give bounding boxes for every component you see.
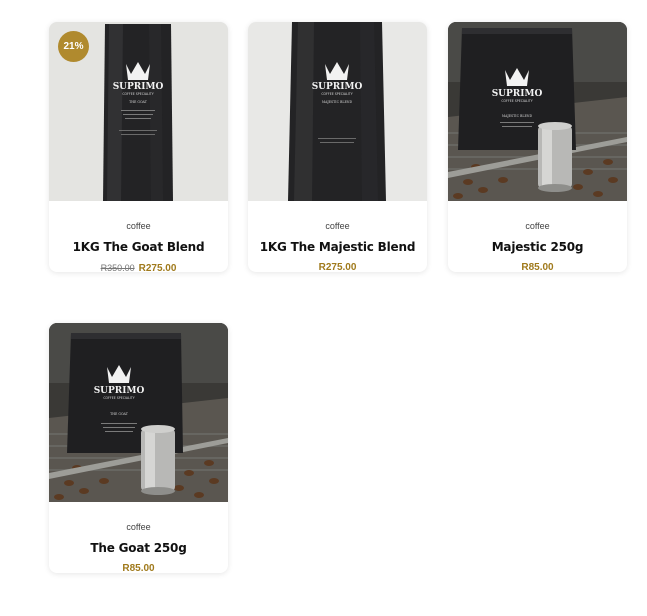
product-category[interactable]: coffee	[49, 522, 228, 533]
bag-sub-text: COFFEE SPECIALITY	[122, 92, 153, 96]
price: R85.00	[521, 262, 554, 272]
product-category[interactable]: coffee	[49, 221, 228, 232]
bag-brand-text: SUPRIMO	[312, 82, 363, 92]
bag-variant-text: THE GOAT	[110, 412, 129, 416]
price-row: R275.00	[248, 262, 427, 272]
bag-variant-text: MAJESTIC BLEND	[322, 100, 353, 104]
bag-variant-text: THE GOAT	[129, 100, 148, 104]
product-title[interactable]: 1KG The Goat Blend	[49, 240, 228, 255]
price-row: R85.00	[448, 262, 627, 272]
product-card[interactable]: SUPRIMO COFFEE SPECIALITY MAJESTIC BLEND…	[248, 22, 427, 272]
price: R275.00	[318, 262, 357, 272]
product-category[interactable]: coffee	[448, 221, 627, 232]
sale-price: R275.00	[138, 263, 177, 272]
bag-brand-text: SUPRIMO	[113, 82, 164, 92]
bag-brand-text: SUPRIMO	[94, 386, 145, 396]
bag-sub-text: COFFEE SPECIALITY	[501, 99, 532, 103]
price-row: R350.00 R275.00	[49, 262, 228, 272]
bag-brand-text: SUPRIMO	[492, 89, 543, 99]
product-title[interactable]: The Goat 250g	[49, 541, 228, 556]
product-image[interactable]: SUPRIMO COFFEE SPECIALITY THE GOAT	[49, 323, 228, 502]
bag-variant-text: MAJESTIC BLEND	[502, 114, 533, 118]
product-category[interactable]: coffee	[248, 221, 427, 232]
product-image[interactable]: SUPRIMO COFFEE SPECIALITY MAJESTIC BLEND	[448, 22, 627, 201]
bag-sub-text: COFFEE SPECIALITY	[103, 396, 134, 400]
product-title[interactable]: Majestic 250g	[448, 240, 627, 255]
product-card[interactable]: SUPRIMO COFFEE SPECIALITY THE GOAT 21% c…	[49, 22, 228, 272]
product-card[interactable]: SUPRIMO COFFEE SPECIALITY MAJESTIC BLEND…	[448, 22, 627, 272]
price-row: R85.00	[49, 563, 228, 573]
product-grid: SUPRIMO COFFEE SPECIALITY THE GOAT 21% c…	[0, 0, 647, 616]
product-card[interactable]: SUPRIMO COFFEE SPECIALITY THE GOAT coffe…	[49, 323, 228, 573]
bag-sub-text: COFFEE SPECIALITY	[321, 92, 352, 96]
product-image[interactable]: SUPRIMO COFFEE SPECIALITY MAJESTIC BLEND	[248, 22, 427, 201]
product-image[interactable]: SUPRIMO COFFEE SPECIALITY THE GOAT 21%	[49, 22, 228, 201]
discount-badge: 21%	[58, 31, 89, 62]
old-price: R350.00	[100, 263, 135, 272]
product-title[interactable]: 1KG The Majestic Blend	[248, 240, 427, 255]
price: R85.00	[122, 563, 155, 573]
